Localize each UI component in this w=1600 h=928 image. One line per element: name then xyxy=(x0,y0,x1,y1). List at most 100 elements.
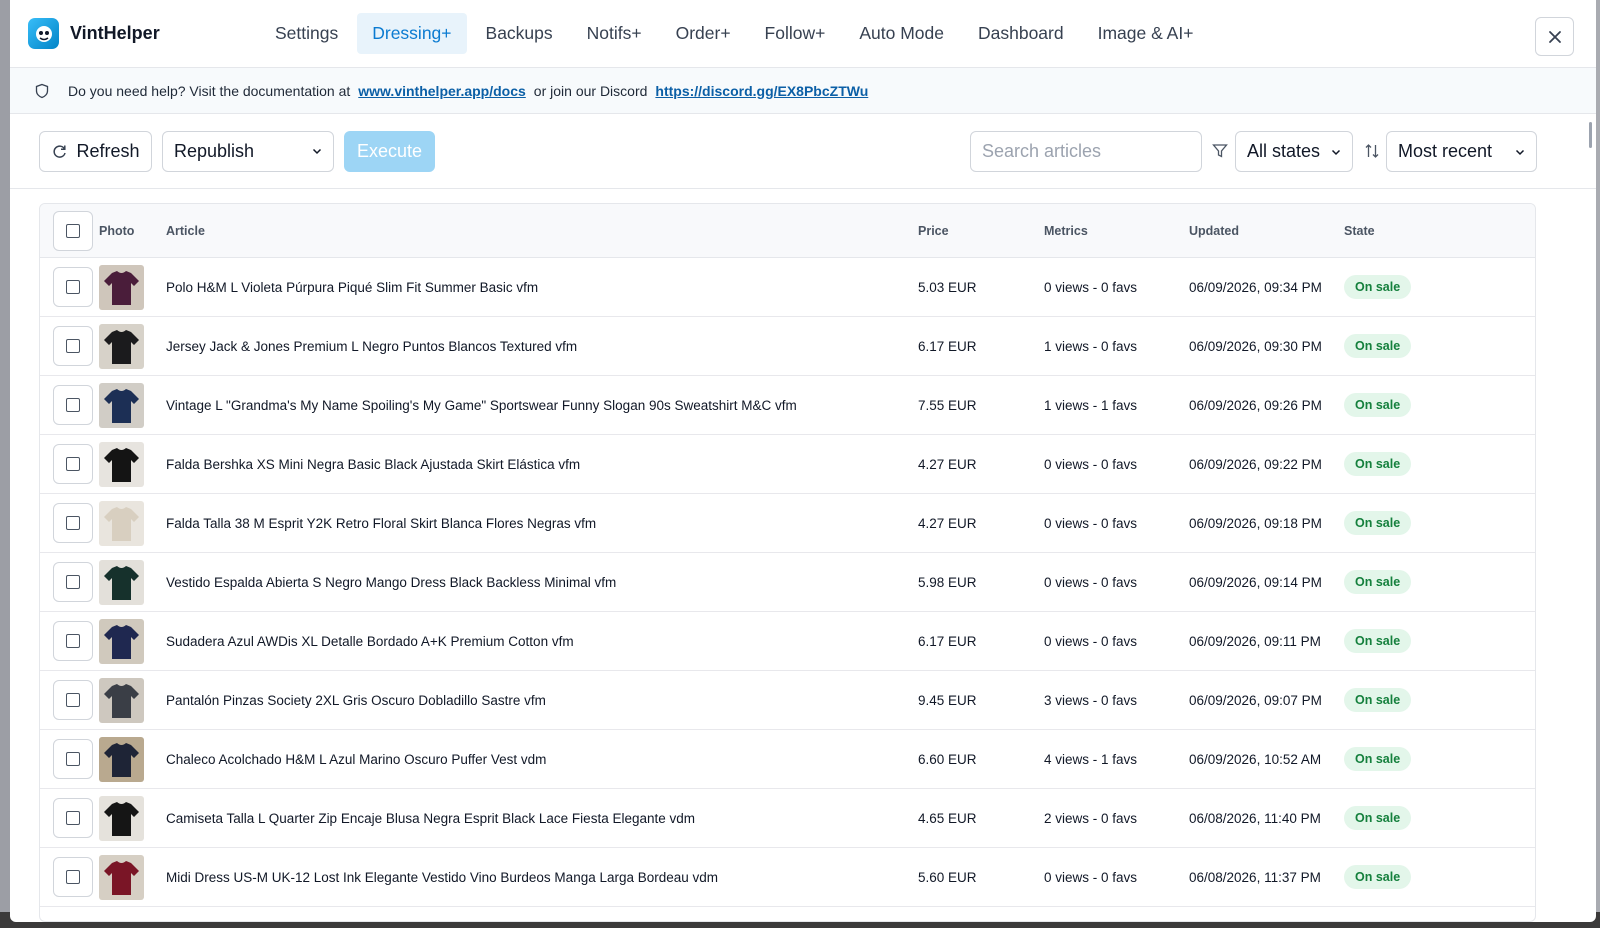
row-checkbox[interactable] xyxy=(53,857,93,897)
table-row[interactable]: Vintage L "Grandma's My Name Spoiling's … xyxy=(40,376,1535,435)
table-body: Polo H&M L Violeta Púrpura Piqué Slim Fi… xyxy=(40,258,1535,907)
status-badge: On sale xyxy=(1344,570,1412,594)
article-photo[interactable] xyxy=(99,323,144,369)
tab-dressing[interactable]: Dressing+ xyxy=(357,13,467,54)
article-updated: 06/09/2026, 09:11 PM xyxy=(1189,633,1321,649)
article-price: 7.55 EUR xyxy=(918,397,977,413)
article-photo[interactable] xyxy=(99,559,144,605)
docs-link[interactable]: www.vinthelper.app/docs xyxy=(358,83,526,99)
table-row[interactable]: Sudadera Azul AWDis XL Detalle Bordado A… xyxy=(40,612,1535,671)
article-photo[interactable] xyxy=(99,854,144,900)
article-updated: 06/09/2026, 09:07 PM xyxy=(1189,692,1322,708)
status-badge: On sale xyxy=(1344,334,1412,358)
sort-value: Most recent xyxy=(1398,141,1493,161)
state-filter-select[interactable]: All states xyxy=(1235,131,1353,172)
status-badge: On sale xyxy=(1344,452,1412,476)
row-checkbox[interactable] xyxy=(53,444,93,484)
table-row[interactable]: Falda Bershka XS Mini Negra Basic Black … xyxy=(40,435,1535,494)
refresh-button[interactable]: Refresh xyxy=(39,130,152,172)
app-name: VintHelper xyxy=(70,23,160,43)
table-row[interactable]: Falda Talla 38 M Esprit Y2K Retro Floral… xyxy=(40,494,1535,553)
table-row[interactable]: Pantalón Pinzas Society 2XL Gris Oscuro … xyxy=(40,671,1535,730)
article-title[interactable]: Pantalón Pinzas Society 2XL Gris Oscuro … xyxy=(166,693,546,708)
dressing-toolbar: Refresh Republish Execute Search article… xyxy=(10,114,1596,189)
article-title[interactable]: Falda Bershka XS Mini Negra Basic Black … xyxy=(166,457,580,472)
article-photo[interactable] xyxy=(99,795,144,841)
status-badge: On sale xyxy=(1344,511,1412,535)
article-photo[interactable] xyxy=(99,736,144,782)
table-row[interactable]: Camiseta Talla L Quarter Zip Encaje Blus… xyxy=(40,789,1535,848)
article-photo[interactable] xyxy=(99,382,144,428)
search-placeholder: Search articles xyxy=(982,141,1102,161)
row-checkbox[interactable] xyxy=(53,385,93,425)
article-photo[interactable] xyxy=(99,677,144,723)
article-metrics: 3 views - 0 favs xyxy=(1044,692,1138,708)
article-updated: 06/09/2026, 09:22 PM xyxy=(1189,456,1322,472)
tab-dashboard[interactable]: Dashboard xyxy=(963,13,1079,54)
article-price: 4.27 EUR xyxy=(918,515,977,531)
article-title[interactable]: Midi Dress US-M UK-12 Lost Ink Elegante … xyxy=(166,870,718,885)
discord-link[interactable]: https://discord.gg/EX8PbcZTWu xyxy=(655,83,868,99)
article-title[interactable]: Sudadera Azul AWDis XL Detalle Bordado A… xyxy=(166,634,574,649)
row-checkbox[interactable] xyxy=(53,503,93,543)
status-badge: On sale xyxy=(1344,393,1412,417)
search-input[interactable]: Search articles xyxy=(970,131,1202,172)
article-title[interactable]: Jersey Jack & Jones Premium L Negro Punt… xyxy=(166,339,577,354)
header-photo: Photo xyxy=(99,223,135,238)
tab-order[interactable]: Order+ xyxy=(661,13,746,54)
article-title[interactable]: Camiseta Talla L Quarter Zip Encaje Blus… xyxy=(166,811,695,826)
article-metrics: 0 views - 0 favs xyxy=(1044,574,1138,590)
article-metrics: 0 views - 0 favs xyxy=(1044,633,1138,649)
article-photo[interactable] xyxy=(99,618,144,664)
tab-notifs[interactable]: Notifs+ xyxy=(572,13,657,54)
tab-backups[interactable]: Backups xyxy=(471,13,568,54)
article-price: 6.17 EUR xyxy=(918,338,977,354)
row-checkbox[interactable] xyxy=(53,562,93,602)
table-row[interactable]: Jersey Jack & Jones Premium L Negro Punt… xyxy=(40,317,1535,376)
row-checkbox[interactable] xyxy=(53,680,93,720)
article-metrics: 0 views - 0 favs xyxy=(1044,515,1138,531)
article-photo[interactable] xyxy=(99,264,144,310)
scrollbar-thumb[interactable] xyxy=(1589,122,1592,148)
execute-button[interactable]: Execute xyxy=(344,130,435,172)
article-price: 6.60 EUR xyxy=(918,751,977,767)
table-row[interactable]: Polo H&M L Violeta Púrpura Piqué Slim Fi… xyxy=(40,258,1535,317)
state-filter-value: All states xyxy=(1247,141,1321,161)
article-title[interactable]: Vestido Espalda Abierta S Negro Mango Dr… xyxy=(166,575,616,590)
article-price: 5.03 EUR xyxy=(918,279,977,295)
row-checkbox[interactable] xyxy=(53,267,93,307)
tab-follow[interactable]: Follow+ xyxy=(750,13,841,54)
row-checkbox[interactable] xyxy=(53,798,93,838)
article-updated: 06/08/2026, 11:37 PM xyxy=(1189,869,1321,885)
sort-select[interactable]: Most recent xyxy=(1386,131,1537,172)
article-title[interactable]: Falda Talla 38 M Esprit Y2K Retro Floral… xyxy=(166,516,596,531)
refresh-label: Refresh xyxy=(76,140,140,161)
article-price: 5.60 EUR xyxy=(918,869,977,885)
status-badge: On sale xyxy=(1344,806,1412,830)
row-checkbox[interactable] xyxy=(53,739,93,779)
chevron-down-icon xyxy=(312,148,322,155)
close-button[interactable] xyxy=(1535,17,1574,56)
article-photo[interactable] xyxy=(99,441,144,487)
article-title[interactable]: Chaleco Acolchado H&M L Azul Marino Oscu… xyxy=(166,752,546,767)
article-price: 4.65 EUR xyxy=(918,810,977,826)
select-all-checkbox[interactable] xyxy=(53,210,93,251)
article-title[interactable]: Vintage L "Grandma's My Name Spoiling's … xyxy=(166,398,797,413)
row-checkbox[interactable] xyxy=(53,621,93,661)
help-text-prefix: Do you need help? Visit the documentatio… xyxy=(68,82,351,99)
article-updated: 06/09/2026, 09:14 PM xyxy=(1189,574,1322,590)
article-metrics: 0 views - 0 favs xyxy=(1044,456,1138,472)
article-metrics: 0 views - 0 favs xyxy=(1044,869,1138,885)
article-title[interactable]: Polo H&M L Violeta Púrpura Piqué Slim Fi… xyxy=(166,280,538,295)
table-row[interactable]: Chaleco Acolchado H&M L Azul Marino Oscu… xyxy=(40,730,1535,789)
row-checkbox[interactable] xyxy=(53,326,93,366)
table-row[interactable]: Midi Dress US-M UK-12 Lost Ink Elegante … xyxy=(40,848,1535,907)
tab-image-ai[interactable]: Image & AI+ xyxy=(1083,13,1209,54)
chevron-down-icon xyxy=(1331,149,1341,155)
article-metrics: 0 views - 0 favs xyxy=(1044,279,1138,295)
tab-auto-mode[interactable]: Auto Mode xyxy=(844,13,959,54)
tab-settings[interactable]: Settings xyxy=(260,13,353,54)
action-select[interactable]: Republish xyxy=(162,130,334,172)
article-photo[interactable] xyxy=(99,500,144,546)
table-row[interactable]: Vestido Espalda Abierta S Negro Mango Dr… xyxy=(40,553,1535,612)
